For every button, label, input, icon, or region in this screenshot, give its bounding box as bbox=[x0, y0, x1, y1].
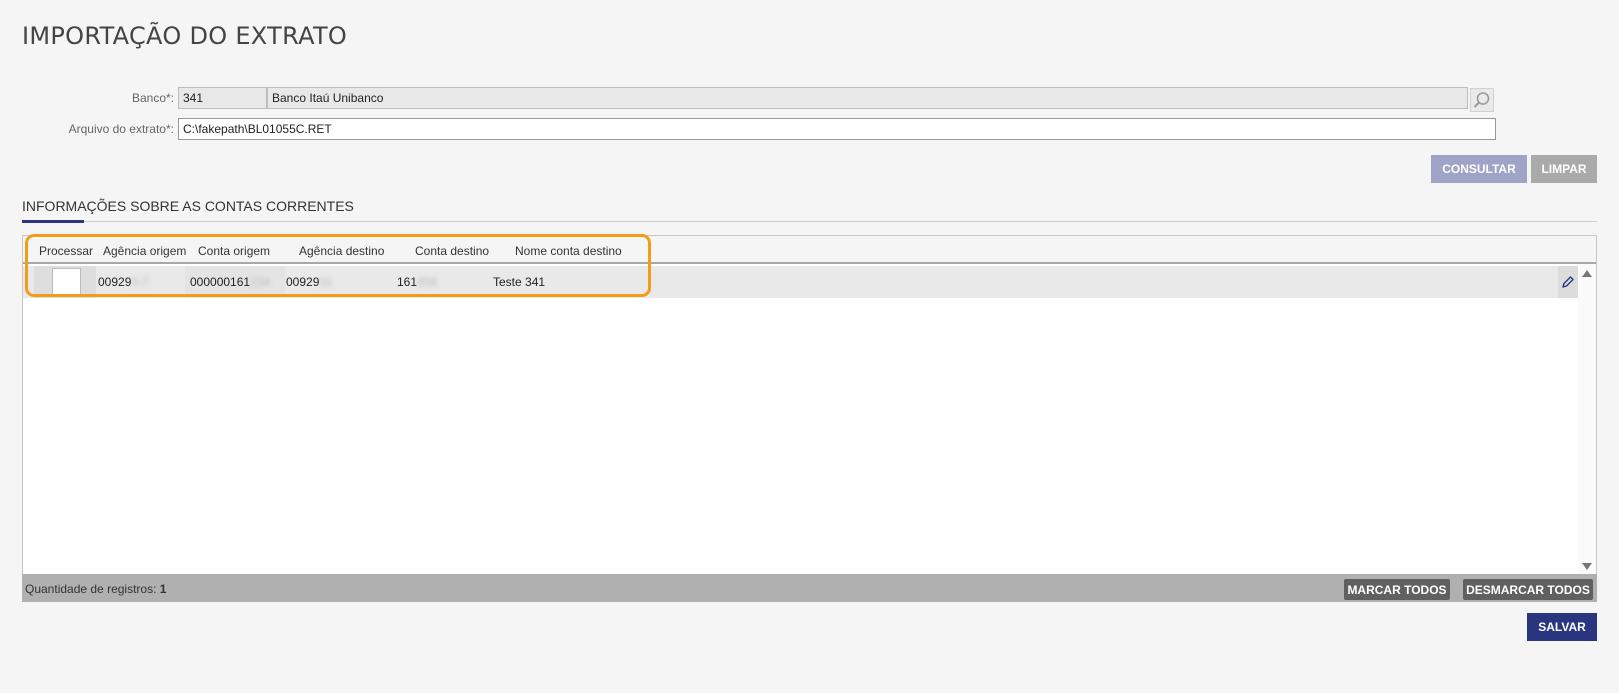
agencia-origem-cell: 009290-7 bbox=[98, 275, 149, 289]
pencil-icon bbox=[1562, 276, 1574, 288]
desmarcar-todos-button[interactable]: DESMARCAR TODOS bbox=[1463, 579, 1593, 600]
consultar-button[interactable]: CONSULTAR bbox=[1431, 155, 1527, 183]
section-divider bbox=[22, 221, 1597, 222]
conta-destino-cell: 161456 bbox=[397, 275, 438, 289]
masked-text: 01 bbox=[319, 275, 333, 289]
page-title: IMPORTAÇÃO DO EXTRATO bbox=[22, 22, 348, 50]
col-agencia-origem[interactable]: Agência origem bbox=[103, 244, 186, 258]
section-accent bbox=[22, 220, 84, 223]
col-agencia-destino[interactable]: Agência destino bbox=[299, 244, 384, 258]
search-icon bbox=[1473, 92, 1490, 108]
col-conta-origem[interactable]: Conta origem bbox=[198, 244, 270, 258]
agencia-destino-cell: 0092901 bbox=[286, 275, 333, 289]
table-row[interactable]: 009290-7 000000161234 0092901 161456 Tes… bbox=[23, 266, 1578, 298]
banco-code-field[interactable]: 341 bbox=[178, 87, 267, 109]
grid-scrollbar[interactable] bbox=[1578, 264, 1596, 574]
arquivo-field[interactable]: C:\fakepath\BL01055C.RET bbox=[178, 118, 1496, 140]
arquivo-row: Arquivo do extrato*: C:\fakepath\BL01055… bbox=[0, 118, 1496, 140]
banco-label: Banco*: bbox=[131, 91, 174, 105]
scroll-down-icon[interactable] bbox=[1582, 563, 1592, 570]
processar-checkbox[interactable] bbox=[52, 268, 81, 297]
marcar-todos-button[interactable]: MARCAR TODOS bbox=[1344, 579, 1450, 600]
section-title: INFORMAÇÕES SOBRE AS CONTAS CORRENTES bbox=[22, 198, 354, 214]
arquivo-label: Arquivo do extrato*: bbox=[68, 122, 174, 136]
conta-origem-value: 000000161234 bbox=[190, 275, 271, 289]
limpar-button[interactable]: LIMPAR bbox=[1531, 155, 1597, 183]
masked-text: 456 bbox=[417, 275, 438, 289]
masked-text: 234 bbox=[250, 275, 271, 289]
nome-conta-destino-cell: Teste 341 bbox=[493, 275, 546, 289]
salvar-button[interactable]: SALVAR bbox=[1527, 613, 1597, 641]
contas-grid: Processar Agência origem Conta origem Ag… bbox=[22, 235, 1597, 602]
grid-header: Processar Agência origem Conta origem Ag… bbox=[23, 236, 1596, 264]
banco-name-field: Banco Itaú Unibanco bbox=[267, 87, 1468, 109]
scroll-up-icon[interactable] bbox=[1582, 270, 1592, 277]
banco-row: Banco*: 341 Banco Itaú Unibanco bbox=[0, 87, 1468, 109]
edit-row-button[interactable] bbox=[1558, 266, 1578, 298]
col-conta-destino[interactable]: Conta destino bbox=[415, 244, 489, 258]
masked-text: 0-7 bbox=[131, 275, 149, 289]
col-processar[interactable]: Processar bbox=[39, 244, 93, 258]
record-count: Quantidade de registros: 1 bbox=[25, 582, 167, 596]
banco-search-button[interactable] bbox=[1470, 88, 1494, 112]
col-nome-conta-destino[interactable]: Nome conta destino bbox=[515, 244, 622, 258]
grid-footer: Quantidade de registros: 1 MARCAR TODOS … bbox=[22, 574, 1597, 602]
